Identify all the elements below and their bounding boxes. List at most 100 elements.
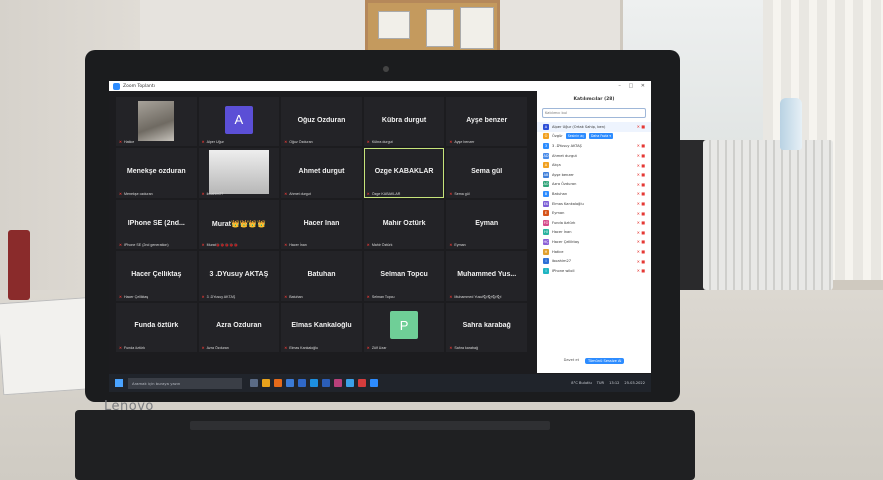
- participant-row[interactable]: İ IPhone wiloll ✕ ■: [537, 266, 651, 276]
- participant-row[interactable]: FÖ Funda öztürk ✕ ■: [537, 218, 651, 228]
- participant-row[interactable]: 33 .DYusuy AKTAŞ ✕ ■: [537, 141, 651, 151]
- participant-row[interactable]: AB Ayşe benzer ✕ ■: [537, 170, 651, 180]
- participant-tile[interactable]: Ahmet durgut ✕ Ahmet durgut: [281, 148, 362, 198]
- invite-button[interactable]: Davet et: [564, 358, 579, 364]
- store-icon[interactable]: [346, 379, 354, 387]
- avatar: HÇ: [543, 238, 549, 245]
- participant-name-label: ✕ Selman Topcu: [366, 294, 395, 299]
- participant-row[interactable]: Ö Özgür Sesinin aç Daha Fazla ▾: [537, 132, 651, 142]
- muted-mic-icon: ✕ ■: [636, 153, 645, 159]
- word-icon[interactable]: [322, 379, 330, 387]
- radiator: [703, 140, 833, 290]
- chrome-icon[interactable]: [262, 379, 270, 387]
- zoom-taskbar-icon[interactable]: [370, 379, 378, 387]
- participant-tile[interactable]: Özge KABAKLAR ✕ Özge KABAKLAR: [363, 148, 445, 198]
- participant-row[interactable]: AD Ahmet durgut ✕ ■: [537, 151, 651, 161]
- windows-start-icon[interactable]: [115, 379, 123, 387]
- language-indicator[interactable]: TUR: [597, 381, 604, 385]
- participant-tile[interactable]: ✕ Hatice: [116, 97, 197, 147]
- participant-display-name: Elmas Kankaloğlu: [291, 322, 352, 330]
- zoom-icon: [113, 82, 120, 90]
- participant-display-name: Sahra karabağ: [462, 322, 511, 330]
- participant-tile[interactable]: Mahir Öztürk ✕ Mahir Öztürk: [363, 199, 445, 250]
- participant-tile[interactable]: Selman Topcu ✕ Selman Topcu: [363, 251, 445, 301]
- firefox-icon[interactable]: [274, 379, 282, 387]
- participant-row-name: Eyman: [552, 211, 565, 216]
- muted-mic-icon: ✕: [201, 140, 206, 145]
- participant-name-label: ✕ Funda öztürk: [119, 346, 145, 350]
- muted-mic-icon: ✕ ■: [636, 268, 645, 274]
- muted-mic-icon: ✕: [449, 294, 454, 299]
- participants-panel: Katılımcılar (28) Katılımcı bul A Alper U…: [537, 91, 651, 373]
- muted-mic-icon: ✕ ■: [636, 124, 645, 130]
- participant-name-label: ✕ Alper Uğur: [201, 140, 224, 145]
- unmute-button[interactable]: Sesinin aç: [565, 133, 586, 140]
- paint-icon[interactable]: [334, 379, 342, 387]
- participant-tile[interactable]: Oğuz Özduran ✕ Oğuz Özduran: [281, 97, 362, 147]
- taskbar-search-input[interactable]: Aramak için buraya yazın: [128, 377, 242, 389]
- participant-row[interactable]: A Alper Uğur (Ortak Sahip, ben) ✕ ■: [537, 122, 651, 132]
- participant-tile[interactable]: 3 .DYusuy AKTAŞ ✕ 3 .DYusuy AKTAŞ: [198, 251, 280, 301]
- muted-mic-icon: ✕ ■: [636, 201, 645, 207]
- participant-search-input[interactable]: Katılımcı bul: [542, 108, 646, 118]
- participant-row-name: 3 .DYusuy AKTAŞ: [552, 143, 582, 148]
- task-view-icon[interactable]: [250, 379, 258, 387]
- participant-row-name: Hacer İnan: [552, 230, 572, 235]
- opera-icon[interactable]: [358, 379, 366, 387]
- participant-tile[interactable]: IPhone SE (2nd... ✕ IPhone SE (2nd genera…: [116, 199, 197, 250]
- participant-display-name: Murat👑👑👑👑: [211, 220, 266, 228]
- board-paper: [460, 7, 494, 49]
- mute-all-button[interactable]: Tümünü Sessize Al: [585, 358, 625, 364]
- participant-display-name: Batuhan: [307, 270, 336, 278]
- participant-tile[interactable]: Menekşe ozduran ✕ Menekşe ozduran: [116, 148, 197, 198]
- participant-row[interactable]: İiboahim27 ✕ ■: [537, 256, 651, 266]
- avatar: AB: [543, 171, 549, 178]
- participant-display-name: Mahir Öztürk: [382, 219, 426, 227]
- participant-tile[interactable]: A ✕ Alper Uğur: [198, 97, 280, 147]
- muted-mic-icon: ✕: [284, 243, 289, 248]
- participant-tile[interactable]: Azra Özduran ✕ Azra Özduran: [198, 302, 280, 352]
- participant-row[interactable]: B Batuhan ✕ ■: [537, 189, 651, 199]
- participant-tile[interactable]: Murat👑👑👑👑 ✕ Murat🐞🐞🐞🐞🐞: [198, 199, 280, 250]
- participant-row[interactable]: A Akça ✕ ■: [537, 160, 651, 170]
- participant-row[interactable]: HÇ Hacer Çelliktaş ✕ ■: [537, 237, 651, 247]
- weather-text[interactable]: 8°C Bulutlu: [571, 381, 591, 385]
- participant-tile[interactable]: Batuhan ✕ Batuhan: [281, 251, 362, 301]
- participant-name-label: ✕ Muhammed Yusuf🐿🐿🐿🐿: [449, 294, 502, 299]
- participant-name-label: ✕ Batuhan: [284, 294, 303, 299]
- participant-tile[interactable]: Eyman ✕ Eyman: [446, 199, 527, 250]
- participant-tile[interactable]: Hacer İnan ✕ Hacer İnan: [281, 199, 362, 250]
- participant-tile[interactable]: ✕ iboahim27: [198, 148, 280, 198]
- participant-row[interactable]: H Hatice ✕ ■: [537, 247, 651, 257]
- participant-tile[interactable]: Sahra karabağ ✕ Sahra karabağ: [446, 302, 527, 352]
- muted-mic-icon: ✕: [449, 346, 454, 350]
- participant-name-label: ✕ Sahra karabağ: [449, 346, 478, 350]
- participant-tile[interactable]: P ✕ Zülf Uzar: [363, 302, 445, 352]
- participant-tile[interactable]: Kübra durgut ✕ Kübra durgut: [363, 97, 445, 147]
- participant-row[interactable]: E Eyman ✕ ■: [537, 208, 651, 218]
- edge-icon[interactable]: [310, 379, 318, 387]
- participant-tile[interactable]: Sema gül ✕ Sema gül: [446, 148, 527, 198]
- participant-row[interactable]: Hİ Hacer İnan ✕ ■: [537, 228, 651, 238]
- participant-tile[interactable]: Ayşe benzer ✕ Ayşe benzer: [446, 97, 527, 147]
- avatar: 3: [543, 142, 549, 149]
- participant-name-label: ✕ Murat🐞🐞🐞🐞🐞: [201, 243, 239, 248]
- clock-date[interactable]: 25.03.2022: [624, 381, 645, 385]
- participant-row[interactable]: EK Elmas Kankaloğlu ✕ ■: [537, 199, 651, 209]
- clock-time[interactable]: 13:12: [609, 381, 619, 385]
- participant-tile[interactable]: Hacer Çelliktaş ✕ Hacer Çelliktaş: [116, 251, 197, 301]
- participant-tile[interactable]: Elmas Kankaloğlu ✕ Elmas Kankaloğlu: [281, 302, 362, 352]
- window-controls[interactable]: – □ ✕: [618, 83, 648, 89]
- more-button[interactable]: Daha Fazla ▾: [588, 133, 613, 140]
- calculator-icon[interactable]: [298, 379, 306, 387]
- avatar: A: [224, 105, 253, 134]
- muted-mic-icon: ✕: [366, 294, 371, 299]
- participant-tile[interactable]: Muhammed Yus... ✕ Muhammed Yusuf🐿🐿🐿🐿: [446, 251, 527, 301]
- participant-row[interactable]: AÖ Azra Özduran ✕ ■: [537, 180, 651, 190]
- muted-mic-icon: ✕ ■: [636, 172, 645, 178]
- file-explorer-icon[interactable]: [286, 379, 294, 387]
- muted-mic-icon: ✕ ■: [636, 220, 645, 226]
- participants-title: Katılımcılar (28): [573, 97, 615, 102]
- participant-tile[interactable]: Funda öztürk ✕ Funda öztürk: [116, 302, 197, 352]
- video-feed: [138, 101, 175, 141]
